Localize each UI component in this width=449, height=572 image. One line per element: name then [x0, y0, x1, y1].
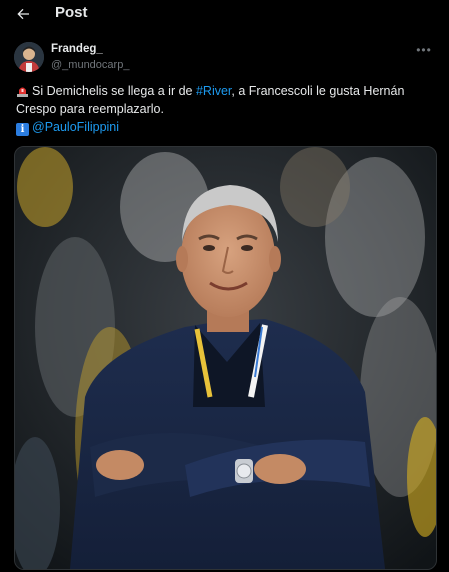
top-bar: Post: [0, 0, 449, 28]
author-handle[interactable]: @_mundocarp_: [51, 59, 129, 71]
tweet-photo[interactable]: [14, 146, 437, 570]
more-horizontal-icon: •••: [416, 43, 432, 57]
tweet-author: Frandeg_ @_mundocarp_ •••: [14, 42, 434, 74]
photo-illustration: [15, 147, 436, 569]
tweet-text: Si Demichelis se llega a ir de #River, a…: [16, 82, 436, 136]
tweet-line-1: Si Demichelis se llega a ir de #River, a…: [16, 82, 436, 100]
page-title: Post: [55, 4, 88, 21]
tweet-text-part: , a Francescoli le gusta Hernán: [231, 84, 405, 98]
information-icon: i: [16, 123, 29, 136]
more-options-button[interactable]: •••: [414, 43, 434, 57]
hashtag-link[interactable]: #River: [196, 84, 231, 98]
police-light-icon: [17, 87, 28, 97]
tweet-line-2: Crespo para reemplazarlo.: [16, 102, 164, 116]
tweet-text-part: Si Demichelis se llega a ir de: [32, 84, 196, 98]
mention-link[interactable]: @PauloFilippini: [32, 120, 119, 134]
back-button[interactable]: [12, 3, 34, 25]
arrow-left-icon: [17, 8, 29, 20]
author-display-name[interactable]: Frandeg_: [51, 43, 103, 55]
avatar[interactable]: [14, 42, 44, 72]
tweet-line-3: i @PauloFilippini: [16, 118, 436, 136]
